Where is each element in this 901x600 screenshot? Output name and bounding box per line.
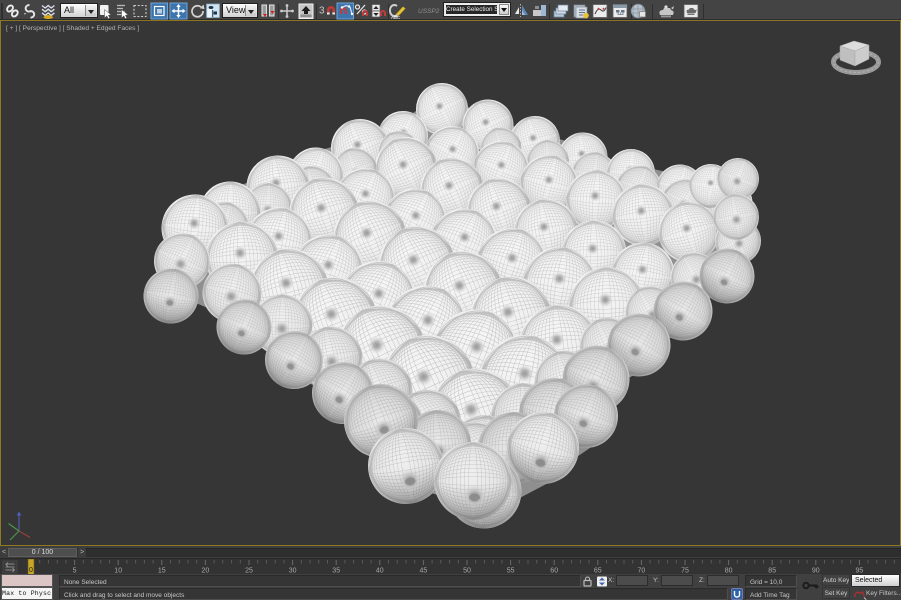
svg-text:USSP2: USSP2 <box>418 8 440 15</box>
svg-text:3: 3 <box>319 6 325 17</box>
svg-text:0: 0 <box>29 567 33 574</box>
